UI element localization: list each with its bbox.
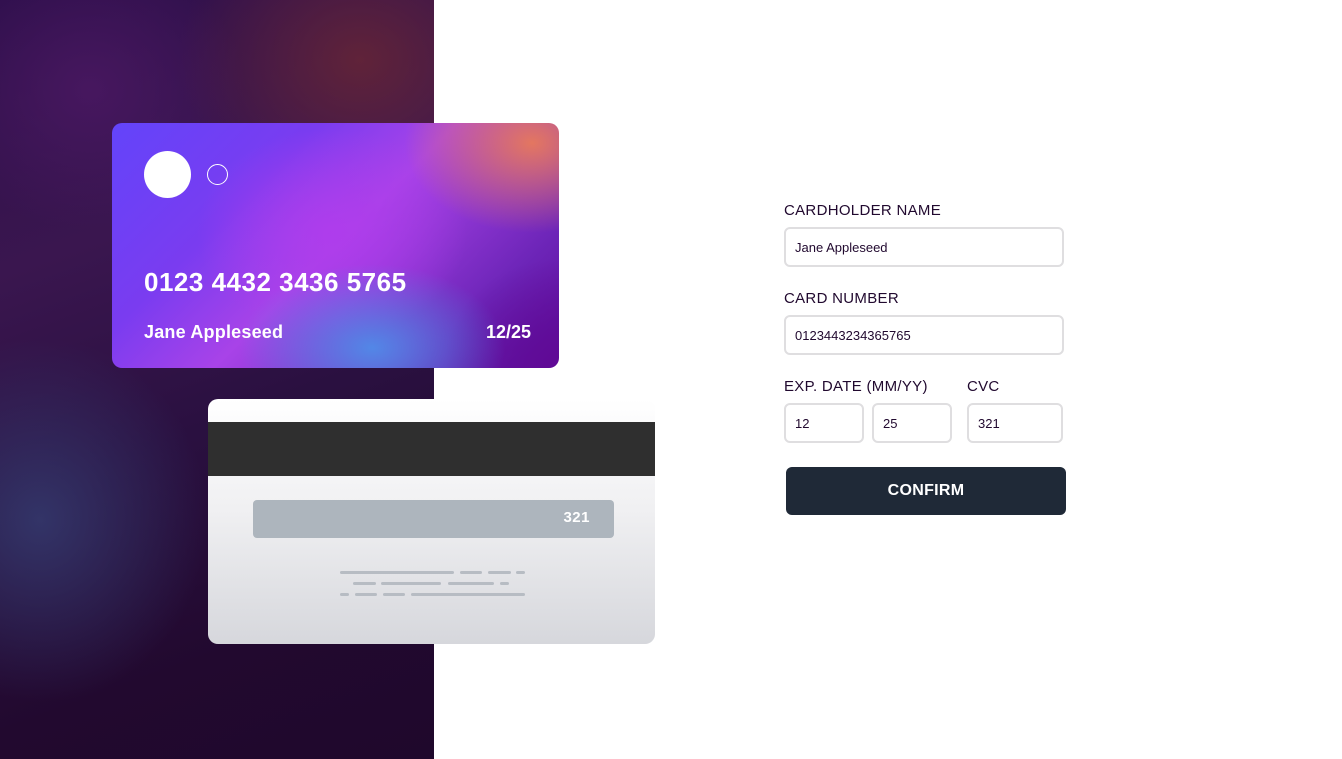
card-logo-outline-circle-icon [207, 164, 228, 185]
confirm-button[interactable]: CONFIRM [786, 467, 1066, 515]
cardholder-name-input[interactable] [784, 227, 1064, 267]
expiry-year-input[interactable] [872, 403, 952, 443]
cardholder-name-label: CARDHOLDER NAME [784, 202, 942, 219]
card-expiry-display: 12/25 [485, 322, 531, 342]
card-number-label: CARD NUMBER [784, 290, 899, 307]
card-number-input[interactable] [784, 315, 1064, 355]
cardholder-name-display: Jane Appleseed [144, 322, 284, 342]
cvc-input[interactable] [967, 403, 1063, 443]
card-front-preview: 0123 4432 3436 5765 Jane Appleseed 12/25 [112, 123, 559, 368]
card-logo-filled-circle-icon [144, 151, 191, 198]
card-back-preview: 321 [208, 399, 655, 644]
expiry-date-label: EXP. DATE (MM/YY) [784, 378, 928, 395]
card-fine-print-lines [208, 399, 655, 644]
expiry-month-input[interactable] [784, 403, 864, 443]
decorative-background-panel [0, 0, 434, 759]
cvc-label: CVC [967, 378, 1000, 395]
card-number-display: 0123 4432 3436 5765 [144, 267, 407, 297]
